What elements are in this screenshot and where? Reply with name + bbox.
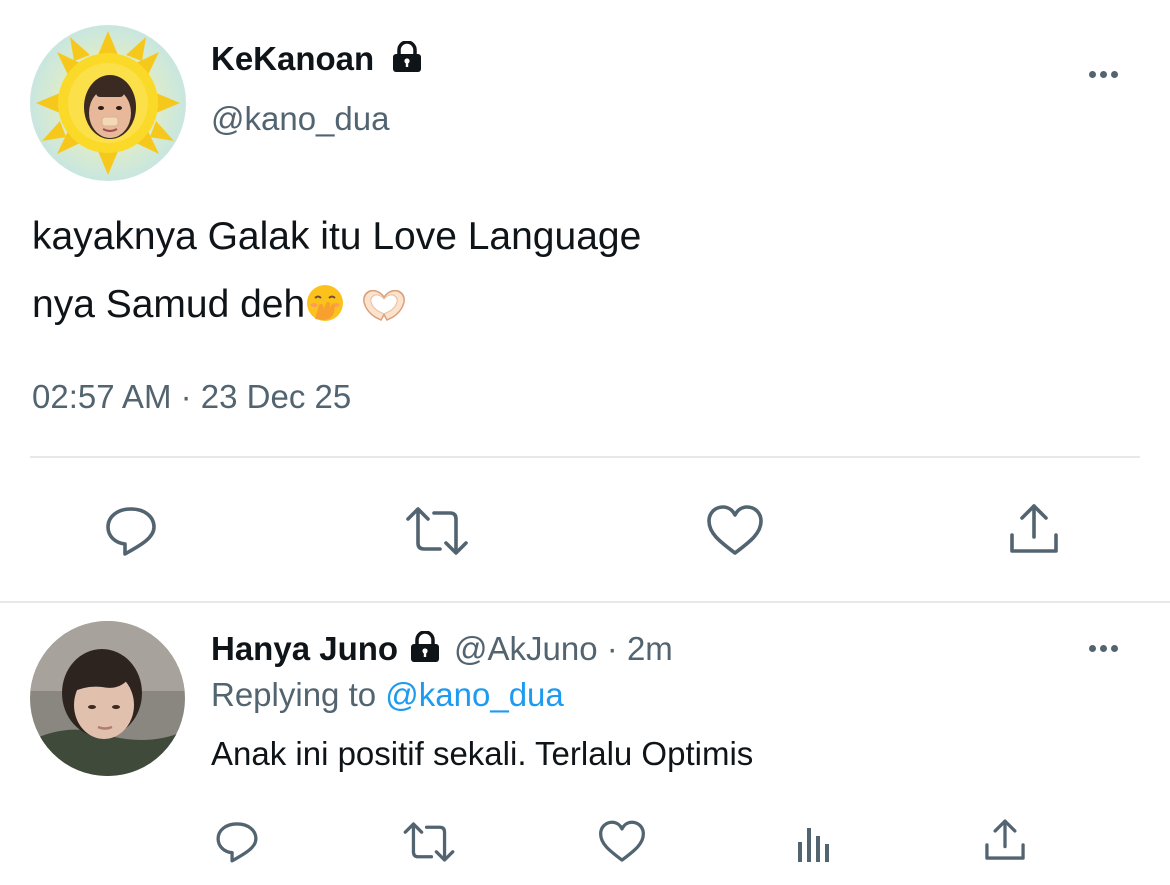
reply-retweet-button[interactable]	[400, 816, 458, 868]
reply-display-name[interactable]: Hanya Juno	[211, 630, 398, 667]
reply-reply-button[interactable]	[211, 816, 263, 868]
share-button[interactable]	[1004, 499, 1064, 559]
sun-face-avatar-image	[30, 25, 186, 181]
replying-to-mention[interactable]: @kano_dua	[385, 676, 563, 713]
handle[interactable]: @kano_dua	[211, 100, 389, 138]
like-icon	[707, 505, 763, 555]
avatar[interactable]	[30, 25, 186, 181]
reply-more-options-icon[interactable]	[1089, 645, 1118, 652]
replying-to: Replying to @kano_dua	[211, 676, 564, 714]
reply-header: Hanya Juno @AkJuno · 2m	[211, 630, 673, 671]
like-button[interactable]	[703, 501, 767, 561]
reply-handle-time[interactable]: @AkJuno · 2m	[454, 630, 673, 667]
replying-to-label: Replying to	[211, 676, 377, 713]
retweet-icon	[403, 822, 455, 862]
tweet-text-line: kayaknya Galak itu Love Language	[32, 215, 642, 258]
analytics-icon	[798, 828, 829, 862]
divider	[30, 456, 1140, 458]
reply-button[interactable]	[99, 501, 163, 561]
share-icon	[1010, 504, 1058, 553]
reply-icon	[216, 822, 258, 863]
reply-analytics-button[interactable]	[790, 816, 838, 868]
heart-hands-emoji	[361, 277, 407, 345]
display-name[interactable]: KeKanoan	[211, 40, 424, 81]
lock-icon	[408, 630, 442, 671]
main-tweet: KeKanoan @kano_dua kayaknya Galak itu Lo…	[0, 0, 1170, 600]
like-icon	[599, 820, 645, 862]
reply-icon	[106, 507, 156, 556]
hand-over-mouth-emoji	[305, 277, 345, 345]
tweet-text: kayaknya Galak itu Love Language nya Sam…	[32, 203, 1132, 345]
reply-text: Anak ini positif sekali. Terlalu Optimis	[211, 735, 754, 772]
tweet-text-line-2: nya Samud deh	[32, 271, 1132, 345]
retweet-button[interactable]	[402, 501, 472, 561]
share-icon	[985, 819, 1025, 860]
tweet-timestamp[interactable]: 02:57 AM · 23 Dec 25	[32, 378, 351, 416]
person-photo-avatar-image	[30, 621, 185, 776]
reply-share-button[interactable]	[980, 814, 1030, 866]
display-name-text: KeKanoan	[211, 40, 375, 77]
retweet-icon	[406, 507, 468, 555]
section-separator	[0, 601, 1170, 603]
reply-like-button[interactable]	[595, 816, 649, 868]
reply-avatar[interactable]	[30, 621, 185, 776]
lock-icon	[390, 40, 424, 81]
tweet-text-line-content: nya Samud deh	[32, 283, 306, 326]
more-options-icon[interactable]	[1089, 71, 1118, 78]
